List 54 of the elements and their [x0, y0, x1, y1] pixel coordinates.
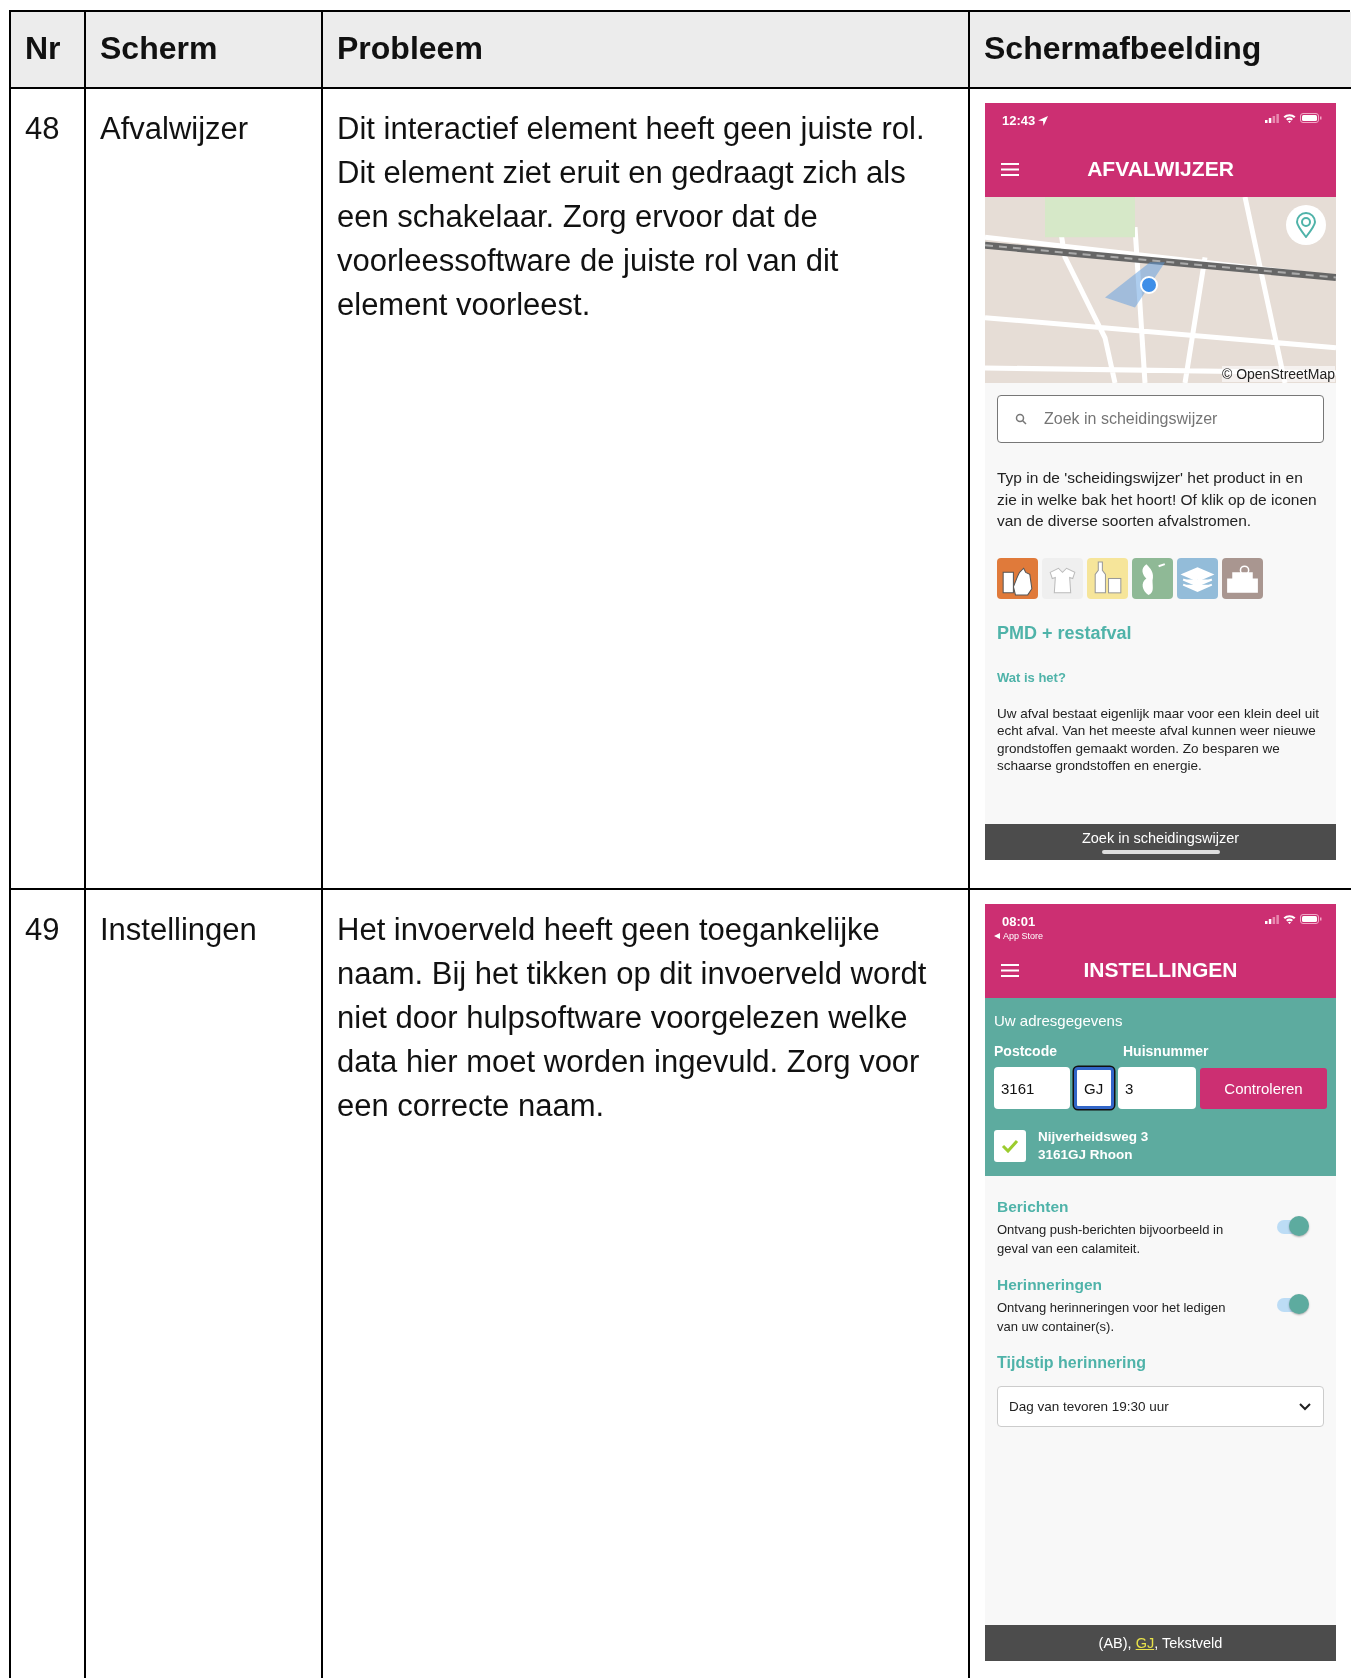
signal-icon [1265, 914, 1279, 924]
screen-title: AFVALWIJZER [1087, 157, 1234, 181]
battery-icon [1300, 113, 1322, 123]
back-link[interactable]: App Store [994, 931, 1044, 941]
waste-category-button[interactable] [997, 557, 1038, 599]
status-time: 12:43 [1002, 113, 1036, 128]
chevron-down-icon [1299, 1402, 1311, 1411]
location-arrow-icon [1038, 115, 1049, 126]
battery-icon [1300, 914, 1322, 924]
text-input[interactable]: 3161 [994, 1067, 1070, 1109]
setting-description: Ontvang herinneringen voor het ledigen van uw container(s). [997, 1299, 1227, 1336]
time-select[interactable]: Dag van tevoren 19:30 uur [997, 1386, 1324, 1427]
table-cell-text: Het invoerveld heeft geen toegankelijke naam. Bij het tikken op dit invoerveld wordt niet door hulpsoftware voorgelezen welke data hier moet worden ingevuld. Zorg voor een correcte naam. [337, 911, 928, 1125]
setting-title: Tijdstip herinnering [997, 1354, 1148, 1372]
back-icon [994, 933, 1000, 939]
section-heading: Uw adresgegevens [994, 1012, 1124, 1029]
address-line: 3161GJ Rhoon [1038, 1147, 1134, 1162]
wifi-icon [1283, 914, 1296, 924]
screen-title: INSTELLINGEN [1083, 958, 1238, 982]
text-input[interactable]: 3 [1118, 1067, 1196, 1109]
column-header: Schermafbeelding [970, 12, 1351, 89]
field-label: Postcode [994, 1043, 1058, 1059]
column-header: Scherm [86, 12, 323, 89]
wifi-icon [1283, 113, 1296, 123]
address-line: Nijverheidsweg 3 [1038, 1129, 1149, 1144]
intro-text: Typ in de 'scheidingswijzer' het product in en zie in welke bak het hoort! Of klik op de iconen van de diverse soorten afvalstromen. [997, 468, 1318, 531]
menu-icon [1001, 963, 1019, 977]
status-time: 08:01 [1002, 914, 1036, 929]
voiceover-caption: (AB), GJ, Tekstveld [1098, 1635, 1223, 1651]
column-header: Probleem [323, 12, 970, 89]
waste-category-button[interactable] [1087, 557, 1128, 599]
checkmark-icon [1001, 1138, 1019, 1153]
category-title: PMD + restafval [997, 622, 1133, 644]
table-cell-text: Afvalwijzer [100, 110, 250, 148]
column-header: Nr [11, 12, 86, 89]
search-icon [1015, 413, 1027, 425]
search-field[interactable]: Zoek in scheidingswijzer [997, 395, 1324, 443]
table-cell-text: Dit interactief element heeft geen juiste rol. Dit element ziet eruit en gedraagt zich als een schakelaar. Zorg ervoor dat de voorleessoftware de juiste rol van dit element voorleest. [337, 110, 926, 324]
signal-icon [1265, 113, 1279, 123]
table-cell-text: 49 [25, 911, 61, 949]
text-input[interactable]: GJ [1074, 1067, 1114, 1109]
setting-description: Ontvang push-berichten bijvoorbeeld in geval van een calamiteit. [997, 1221, 1225, 1258]
map-attribution: © OpenStreetMap [1221, 366, 1335, 382]
voiceover-caption: Zoek in scheidingswijzer [1081, 830, 1240, 846]
map-pin-icon [1295, 212, 1317, 238]
setting-title: Herinneringen [997, 1276, 1104, 1294]
section-heading: Wat is het? [997, 669, 1067, 685]
field-label: Huisnummer [1123, 1043, 1209, 1059]
menu-icon [1001, 162, 1019, 176]
setting-title: Berichten [997, 1198, 1070, 1216]
check-button[interactable]: Controleren [1200, 1067, 1327, 1109]
table-cell-text: 48 [25, 110, 61, 148]
table-cell-text: Instellingen [100, 911, 258, 949]
description-text: Uw afval bestaat eigenlijk maar voor een klein deel uit echt afval. Van het meeste afval kunnen weer nieuwe grondstoffen gemaakt worden. Zo besparen we schaarse grondstoffen en energie. [997, 704, 1320, 775]
